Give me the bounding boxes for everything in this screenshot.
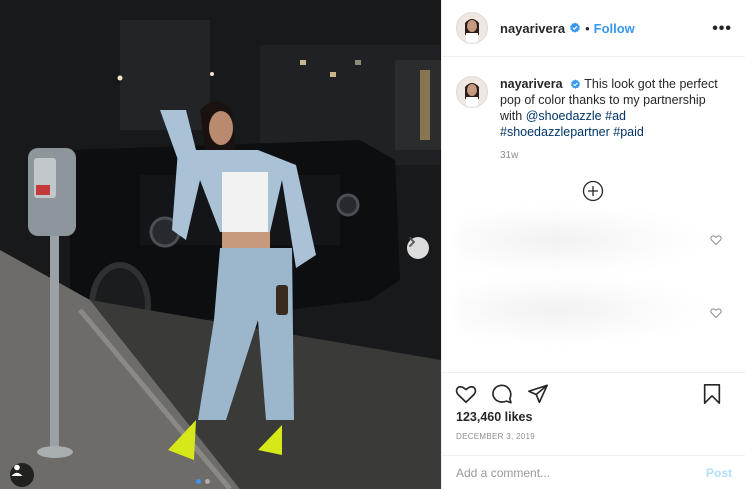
load-more-comments-button[interactable] [582, 180, 604, 202]
heart-icon [455, 385, 477, 403]
comment-button[interactable] [490, 382, 514, 406]
post-comment-button[interactable]: Post [706, 466, 732, 480]
carousel-indicator [196, 479, 210, 484]
avatar-image [457, 77, 487, 107]
mention-link[interactable]: @shoedazzle [526, 109, 602, 123]
username-link[interactable]: nayarivera [500, 21, 565, 36]
share-button[interactable] [526, 382, 550, 406]
caption-username-link[interactable]: nayarivera [500, 77, 563, 91]
comment-heart-icon[interactable] [710, 307, 722, 319]
caption-timestamp[interactable]: 31w [500, 150, 518, 161]
separator-dot: • [585, 20, 590, 36]
plus-circle-icon [582, 180, 604, 202]
post-details-panel: nayarivera • Follow ••• nayarivera This … [441, 0, 745, 489]
verified-badge-icon [570, 79, 581, 90]
chevron-right-icon [409, 237, 416, 247]
hashtag-link[interactable]: #ad [605, 109, 626, 123]
caption-text: nayarivera This look got the perfect pop… [500, 76, 726, 140]
user-tags-button[interactable] [10, 463, 34, 487]
avatar-image [457, 13, 487, 43]
post-actions [442, 372, 745, 414]
bookmark-icon [703, 384, 721, 404]
hashtag-link[interactable]: #shoedazzlepartner [500, 125, 610, 139]
carousel-dot-active [196, 479, 201, 484]
user-tag-icon [11, 464, 23, 476]
avatar[interactable] [456, 12, 488, 44]
post-photo[interactable] [0, 0, 441, 489]
post-date: DECEMBER 3, 2019 [456, 432, 536, 441]
blurred-comment [456, 205, 706, 275]
share-icon [528, 383, 548, 403]
add-comment-bar: Post [442, 455, 745, 489]
more-options-button[interactable]: ••• [712, 20, 732, 38]
comment-icon [492, 384, 512, 404]
caption: nayarivera This look got the perfect pop… [456, 76, 736, 140]
blurred-comment [456, 275, 706, 345]
save-button[interactable] [700, 382, 724, 406]
comment-heart-icon[interactable] [710, 234, 722, 246]
carousel-dot [205, 479, 210, 484]
verified-badge-icon [569, 22, 581, 34]
comment-input[interactable] [456, 465, 706, 480]
follow-button[interactable]: Follow [594, 21, 635, 36]
likes-count[interactable]: 123,460 likes [456, 410, 532, 424]
next-photo-button[interactable] [407, 237, 429, 259]
like-button[interactable] [454, 382, 478, 406]
hashtag-link[interactable]: #paid [613, 125, 644, 139]
post-header: nayarivera • Follow ••• [442, 0, 745, 57]
photo-scene [0, 0, 441, 489]
caption-avatar[interactable] [456, 76, 488, 108]
